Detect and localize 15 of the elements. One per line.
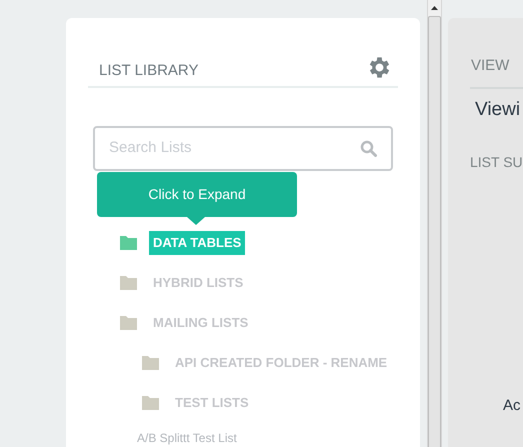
panel-heading: VIEW — [471, 57, 510, 74]
folder-item[interactable]: MAILING LISTS — [149, 311, 252, 335]
folder-item[interactable]: DATA TABLES — [149, 231, 246, 255]
panel-text: Ac — [503, 396, 522, 416]
section-title: LIST LIBRARY — [99, 60, 198, 80]
tooltip-pointer-icon — [187, 217, 205, 225]
panel-title: Viewi — [475, 98, 522, 122]
search-icon[interactable] — [360, 140, 377, 157]
folder-item[interactable]: TEST LISTS — [171, 391, 253, 415]
folder-item[interactable]: HYBRID LISTS — [149, 271, 248, 295]
folder-item[interactable]: API CREATED FOLDER - RENAME — [171, 351, 392, 375]
list-item[interactable]: A/B Splittt Test List — [137, 429, 420, 447]
section-label: LIST SU — [470, 152, 523, 172]
scrollbar[interactable] — [427, 0, 442, 447]
scroll-thumb[interactable] — [428, 16, 441, 447]
